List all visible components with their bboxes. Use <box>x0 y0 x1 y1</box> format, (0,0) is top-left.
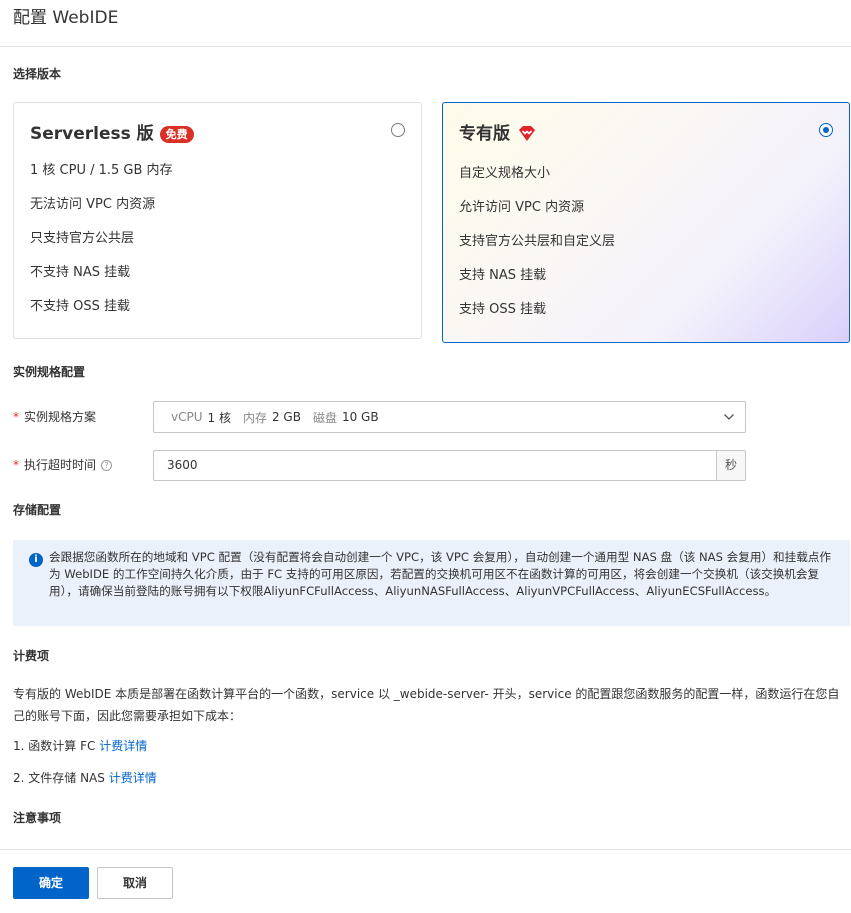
spec-label: * 实例规格方案 <box>13 409 96 425</box>
cancel-button[interactable]: 取消 <box>97 867 173 899</box>
storage-section-title: 存储配置 <box>13 503 62 517</box>
serverless-feature: 无法访问 VPC 内资源 <box>30 197 156 212</box>
billing-item-text: 1. 函数计算 FC <box>13 739 96 753</box>
spec-select[interactable]: vCPU 1 核 内存 2 GB 磁盘 10 GB <box>153 401 746 433</box>
storage-info-alert: i 会跟据您函数所在的地域和 VPC 配置（没有配置将会自动创建一个 VPC，该… <box>13 540 850 626</box>
dedicated-radio[interactable] <box>819 123 833 137</box>
chevron-down-icon[interactable] <box>723 411 735 423</box>
diamond-icon <box>516 123 538 145</box>
serverless-feature: 1 核 CPU / 1.5 GB 内存 <box>30 163 173 178</box>
cpu-label: vCPU <box>171 410 203 424</box>
serverless-feature: 不支持 NAS 挂载 <box>30 265 131 280</box>
timeout-label-text: 执行超时时间 <box>24 458 97 472</box>
info-icon: i <box>29 553 43 567</box>
billing-section-title: 计费项 <box>13 649 50 663</box>
confirm-button[interactable]: 确定 <box>13 867 89 899</box>
version-section-title: 选择版本 <box>13 67 62 81</box>
dedicated-feature: 支持 NAS 挂载 <box>459 268 547 283</box>
dialog-header: 配置 WebIDE <box>0 0 851 47</box>
disk-label: 磁盘 <box>312 410 337 425</box>
help-icon[interactable]: ? <box>101 459 113 471</box>
serverless-feature: 只支持官方公共层 <box>30 231 135 246</box>
dedicated-feature: 允许访问 VPC 内资源 <box>459 200 585 215</box>
serverless-card-header: Serverless 版 免费 <box>30 123 194 145</box>
serverless-card-name: Serverless 版 <box>30 124 154 144</box>
billing-item: 1. 函数计算 FC 计费详情 <box>13 735 147 757</box>
notes-section-title: 注意事项 <box>13 811 62 825</box>
required-mark: * <box>13 458 19 472</box>
nas-billing-link[interactable]: 计费详情 <box>109 771 157 785</box>
instance-section-title: 实例规格配置 <box>13 365 86 379</box>
billing-item: 2. 文件存储 NAS 计费详情 <box>13 767 157 789</box>
required-mark: * <box>13 410 19 424</box>
timeout-unit: 秒 <box>716 450 746 481</box>
dedicated-version-card[interactable]: 专有版 自定义规格大小 允许访问 VPC 内资源 支持官方公共层和自定义层 支持… <box>442 102 850 343</box>
dedicated-card-header: 专有版 <box>459 123 538 145</box>
spec-label-text: 实例规格方案 <box>24 410 97 424</box>
footer-divider <box>0 849 851 850</box>
webide-config-dialog: 配置 WebIDE 选择版本 Serverless 版 免费 1 核 CPU /… <box>0 0 851 913</box>
serverless-radio[interactable] <box>391 123 405 137</box>
billing-item-text: 2. 文件存储 NAS <box>13 771 105 785</box>
storage-info-text: 会跟据您函数所在的地域和 VPC 配置（没有配置将会自动创建一个 VPC，该 V… <box>49 550 832 598</box>
dedicated-card-name: 专有版 <box>459 124 510 144</box>
serverless-feature: 不支持 OSS 挂载 <box>30 299 131 314</box>
dedicated-feature: 自定义规格大小 <box>459 166 551 181</box>
timeout-input[interactable]: 3600 <box>153 450 717 481</box>
serverless-version-card[interactable]: Serverless 版 免费 1 核 CPU / 1.5 GB 内存 无法访问… <box>13 102 422 339</box>
mem-label: 内存 <box>242 410 267 425</box>
billing-description: 专有版的 WebIDE 本质是部署在函数计算平台的一个函数，service 以 … <box>13 687 840 723</box>
dialog-title: 配置 WebIDE <box>13 8 119 28</box>
cpu-value: 1 核 <box>207 410 231 425</box>
mem-value: 2 GB <box>271 410 301 424</box>
fc-billing-link[interactable]: 计费详情 <box>99 739 147 753</box>
disk-value: 10 GB <box>341 410 379 424</box>
free-badge: 免费 <box>159 125 194 143</box>
dedicated-feature: 支持官方公共层和自定义层 <box>459 234 616 249</box>
timeout-label: * 执行超时时间 ? <box>13 457 113 473</box>
dedicated-feature: 支持 OSS 挂载 <box>459 302 547 317</box>
